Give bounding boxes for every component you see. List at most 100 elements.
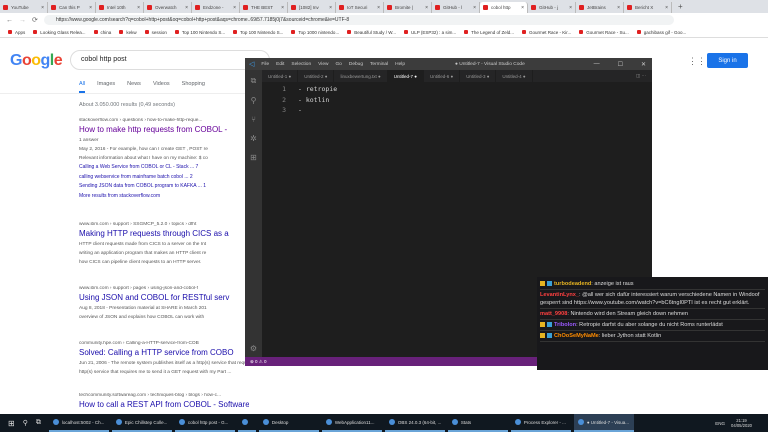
bookmark-item[interactable]: Gourmet Race - Su... [579,30,629,35]
browser-tab[interactable]: cobol http × [480,2,528,13]
google-logo[interactable]: Google [10,52,63,70]
task-view-icon[interactable]: ⧉ [36,419,41,427]
search-tab-images[interactable]: Images [97,81,115,93]
taskbar-item[interactable]: Process Explorer - ... [510,414,571,432]
bookmark-item[interactable]: gachibass gif - Goo... [636,30,686,35]
sign-in-button[interactable]: Sign in [707,53,748,68]
minimize-icon[interactable]: — [594,61,600,68]
back-icon[interactable]: ← [6,17,13,24]
result-sublink[interactable]: More results from stackoverflow.com [79,192,249,202]
chat-username[interactable]: ChOoSeMyNaMe [554,333,599,339]
search-tab-videos[interactable]: Videos [153,81,170,93]
result-url[interactable]: community.hpe.com › Calling-a-HTTP-servi… [79,341,249,346]
editor-tab[interactable]: Untitled-2 ● [298,70,335,82]
tab-close-icon[interactable]: × [521,5,524,11]
reload-icon[interactable]: ⟳ [32,16,38,24]
editor-tab[interactable]: Untitled-4 ● [496,70,533,82]
result-title-link[interactable]: Using JSON and COBOL for RESTful serv [79,293,249,302]
result-title-link[interactable]: How to make http requests from COBOL - [79,125,249,134]
result-title-link[interactable]: Solved: Calling a HTTP service from COBO [79,348,249,357]
tab-close-icon[interactable]: × [569,5,572,11]
result-sublink[interactable]: Calling a Web Service from COBOL or CL -… [79,163,249,173]
apps-grid-icon[interactable]: ⋮⋮ [688,56,706,67]
taskbar-item[interactable]: localhost:5002 - Ch... [48,414,109,432]
split-editor-icon[interactable]: ◫ ··· [636,73,646,79]
extensions-icon[interactable]: ⊞ [250,153,257,162]
result-url[interactable]: stackoverflow.com › questions › how-to-m… [79,118,249,123]
editor-tab[interactable]: Untitled-1 ● [262,70,299,82]
taskbar-item[interactable]: Desktop [258,414,319,432]
menu-debug[interactable]: Debug [349,62,363,67]
tab-close-icon[interactable]: × [41,5,44,11]
clock[interactable]: 21:19 04/05/2020 [731,418,752,428]
chat-username[interactable]: Tribolon [554,322,576,328]
tab-close-icon[interactable]: × [473,5,476,11]
browser-tab[interactable]: GitHub - l × [432,2,480,13]
search-icon[interactable]: ⚲ [251,96,257,105]
browser-tab[interactable]: JetBrains × [576,2,624,13]
editor-tab[interactable]: Untitled-3 ● [460,70,497,82]
menu-help[interactable]: Help [395,62,405,67]
taskbar-item[interactable]: cobol http post - G... [174,414,235,432]
bookmark-item[interactable]: kekw [119,30,137,35]
tab-close-icon[interactable]: × [89,5,92,11]
editor-tab[interactable]: Untitled-7 ● [387,70,424,82]
browser-tab[interactable]: IoT Securi × [336,2,384,13]
tab-close-icon[interactable]: × [281,5,284,11]
start-icon[interactable]: ⊞ [8,419,15,428]
taskbar-item[interactable]: ● Untitled-7 - Visua... [573,414,634,432]
menu-view[interactable]: View [318,62,328,67]
menu-go[interactable]: Go [335,62,341,67]
bookmark-item[interactable]: Beautiful Study / W... [347,30,396,35]
chat-username[interactable]: LevantinLynx_ [540,292,579,298]
debug-icon[interactable]: ✲ [250,134,257,143]
taskbar-item[interactable] [237,414,256,432]
result-url[interactable]: techcommunity.softwareag.com › technique… [79,393,249,398]
search-tab-news[interactable]: News [127,81,141,93]
result-title-link[interactable]: Making HTTP requests through CICS as a [79,229,249,238]
search-tab-shopping[interactable]: Shopping [182,81,205,93]
menu-terminal[interactable]: Terminal [370,62,388,67]
browser-tab[interactable]: Overwatch × [144,2,192,13]
taskbar-item[interactable]: Stats [447,414,508,432]
bookmark-item[interactable]: Apps [8,30,25,35]
search-icon[interactable]: ⚲ [23,419,28,427]
result-title-link[interactable]: How to call a REST API from COBOL - Soft… [79,400,249,409]
maximize-icon[interactable]: ☐ [618,61,623,68]
browser-tab[interactable]: Bromite | × [384,2,432,13]
settings-gear-icon[interactable]: ⚙ [250,344,257,353]
tab-close-icon[interactable]: × [425,5,428,11]
editor[interactable]: 1- retropie 2- kotlin 3- [262,84,337,116]
tab-close-icon[interactable]: × [137,5,140,11]
bookmark-item[interactable]: Looking Glass Relea... [33,30,86,35]
tab-close-icon[interactable]: × [329,5,332,11]
url-input[interactable]: https://www.google.com/search?q=cobol+ht… [44,15,674,25]
problems-indicator[interactable]: ⊗ 0 ⚠ 0 [250,359,267,365]
bookmark-item[interactable]: china [93,30,111,35]
browser-tab[interactable]: Endzone - × [192,2,240,13]
menu-selection[interactable]: Selection [291,62,311,67]
new-tab-button[interactable]: + [678,2,683,11]
search-input[interactable]: cobol http post [70,50,270,70]
browser-tab[interactable]: THE BEST × [240,2,288,13]
editor-tab[interactable]: Untitled-6 ● [424,70,461,82]
forward-icon[interactable]: → [19,17,26,24]
tab-close-icon[interactable]: × [617,5,620,11]
bookmark-item[interactable]: session [144,30,167,35]
bookmark-item[interactable]: ULP (ESP32) : a sim... [403,30,456,35]
browser-tab[interactable]: Bericht X × [624,2,672,13]
close-icon[interactable]: ✕ [641,61,646,68]
taskbar-item[interactable]: WebApplication11... [321,414,382,432]
result-url[interactable]: www.ibm.com › support › pages › using-js… [79,286,249,291]
bookmark-item[interactable]: The Legend of Zeld... [464,30,514,35]
menu-file[interactable]: File [261,62,269,67]
language-indicator[interactable]: ENG [715,421,725,426]
browser-tab[interactable]: YouTube × [0,2,48,13]
browser-tab[interactable]: Intel 10th × [96,2,144,13]
taskbar-item[interactable]: OBS 24.0.3 (64-bit, ... [384,414,445,432]
browser-tab[interactable]: [1082] Inv × [288,2,336,13]
tab-close-icon[interactable]: × [185,5,188,11]
search-tab-all[interactable]: All [79,81,86,93]
source-control-icon[interactable]: ⑂ [251,115,256,124]
chat-username[interactable]: matt_9908 [540,311,567,317]
